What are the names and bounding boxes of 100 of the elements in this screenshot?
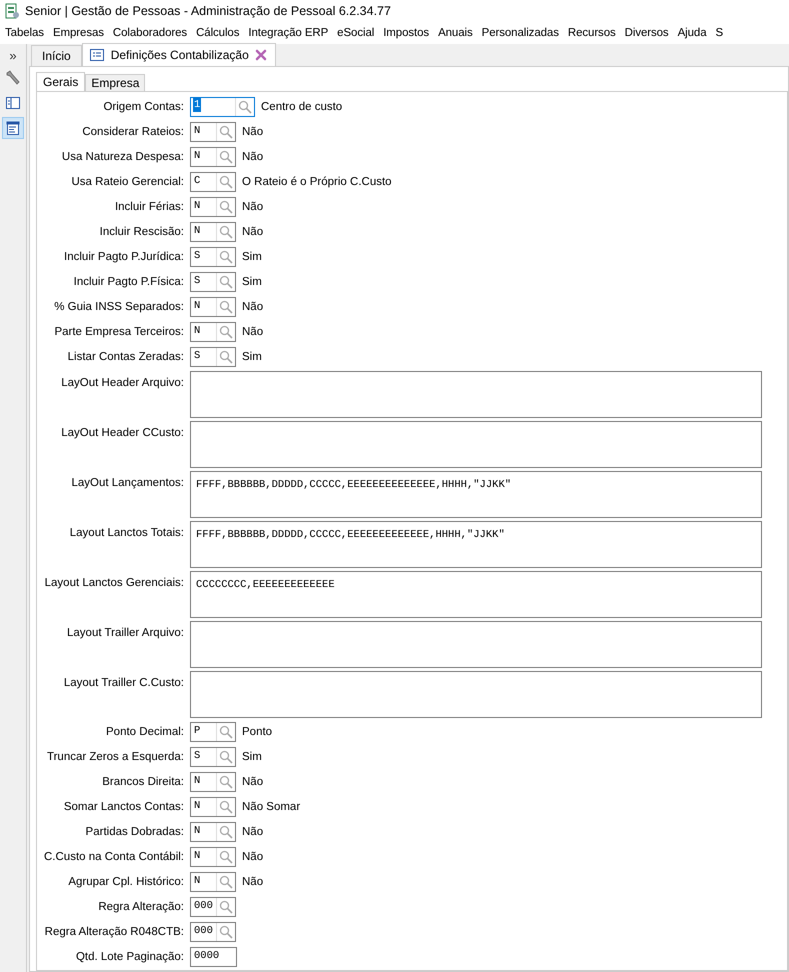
- search-icon[interactable]: [216, 872, 235, 890]
- lookup-field[interactable]: 000: [190, 896, 236, 916]
- search-icon[interactable]: [216, 848, 235, 866]
- search-icon[interactable]: [216, 148, 235, 166]
- field-label: Considerar Rateios:: [81, 126, 185, 138]
- field-label: Incluir Pagto P.Física:: [72, 276, 185, 288]
- menu-item[interactable]: Diversos: [624, 27, 669, 39]
- app-icon: [5, 3, 19, 19]
- menu-item[interactable]: Anuais: [438, 27, 473, 39]
- field-label: Listar Contas Zeradas:: [66, 350, 185, 362]
- field-description: Não: [242, 776, 264, 788]
- text-area[interactable]: [190, 371, 762, 418]
- field-label: Incluir Férias:: [114, 200, 185, 212]
- menu-item[interactable]: Tabelas: [5, 27, 44, 39]
- field-label: Incluir Pagto P.Jurídica:: [63, 250, 185, 262]
- search-icon[interactable]: [216, 348, 235, 366]
- field-label: Agrupar Cpl. Histórico:: [67, 876, 185, 888]
- search-icon[interactable]: [216, 248, 235, 266]
- field-label: LayOut Lançamentos:: [70, 476, 185, 489]
- search-icon[interactable]: [216, 922, 235, 940]
- lookup-field[interactable]: P: [190, 722, 236, 742]
- lookup-field[interactable]: N: [190, 122, 236, 142]
- field-description: Não Somar: [242, 800, 300, 812]
- tab-label: Início: [42, 49, 71, 63]
- lookup-field[interactable]: N: [190, 322, 236, 342]
- search-icon[interactable]: [216, 222, 235, 240]
- field-label: Parte Empresa Terceiros:: [53, 326, 185, 338]
- field-description: Centro de custo: [261, 100, 342, 112]
- menu-item[interactable]: Recursos: [568, 27, 616, 39]
- lookup-field[interactable]: N: [190, 772, 236, 792]
- sidebar-button[interactable]: [2, 117, 24, 139]
- menu-item[interactable]: Impostos: [383, 27, 430, 39]
- field-label: Usa Natureza Despesa:: [60, 150, 185, 162]
- form-icon: [88, 48, 105, 62]
- field-label: Layout Trailler C.Custo:: [62, 676, 185, 689]
- menu-item[interactable]: S: [716, 27, 724, 39]
- tab-label: Definições Contabilização: [110, 48, 249, 62]
- lookup-field[interactable]: N: [190, 872, 236, 892]
- text-area[interactable]: [190, 421, 762, 468]
- field-label: Qtd. Lote Paginação:: [74, 950, 185, 962]
- field-description: Não: [242, 300, 264, 312]
- field-label: LayOut Header CCusto:: [60, 426, 185, 439]
- search-icon[interactable]: [216, 272, 235, 290]
- search-icon[interactable]: [216, 198, 235, 216]
- search-icon[interactable]: [216, 798, 235, 816]
- field-label: Partidas Dobradas:: [84, 826, 185, 838]
- close-icon[interactable]: [254, 49, 267, 61]
- field-label: Truncar Zeros a Esquerda:: [46, 750, 185, 762]
- window-title: Senior | Gestão de Pessoas - Administração de Pessoal 6.2.34.77: [25, 4, 391, 18]
- lookup-field[interactable]: N: [190, 296, 236, 316]
- search-icon[interactable]: [216, 898, 235, 916]
- form-tab[interactable]: Empresa: [85, 74, 146, 91]
- lookup-field[interactable]: N: [190, 822, 236, 842]
- lookup-field[interactable]: N: [190, 222, 236, 242]
- lookup-field[interactable]: 000: [190, 922, 236, 942]
- field-label: Layout Trailler Arquivo:: [66, 626, 185, 639]
- field-description: Sim: [242, 350, 262, 362]
- menu-item[interactable]: Personalizadas: [482, 27, 559, 39]
- lookup-field[interactable]: S: [190, 246, 236, 266]
- text-area[interactable]: CCCCCCCC,EEEEEEEEEEEEE: [190, 571, 762, 618]
- search-icon[interactable]: [216, 822, 235, 840]
- field-description: Não: [242, 326, 264, 338]
- lookup-field[interactable]: N: [190, 196, 236, 216]
- field-label: Usa Rateio Gerencial:: [70, 176, 185, 188]
- search-icon[interactable]: [216, 298, 235, 316]
- lookup-field[interactable]: C: [190, 172, 236, 192]
- text-area[interactable]: FFFF,BBBBBB,DDDDD,CCCCC,EEEEEEEEEEEEEE,HHHH,"JJKK": [190, 471, 762, 518]
- menu-item[interactable]: Cálculos: [196, 27, 240, 39]
- form-tab[interactable]: Gerais: [36, 72, 86, 91]
- search-icon[interactable]: [216, 322, 235, 340]
- text-area[interactable]: [190, 671, 762, 718]
- search-icon[interactable]: [216, 772, 235, 790]
- field-description: Sim: [242, 250, 262, 262]
- lookup-field[interactable]: S: [190, 746, 236, 766]
- field-label: Layout Lanctos Gerenciais:: [44, 576, 185, 589]
- field-label: Brancos Direita:: [101, 776, 185, 788]
- search-icon[interactable]: [216, 172, 235, 190]
- search-icon[interactable]: [216, 722, 235, 740]
- text-area[interactable]: FFFF,BBBBBB,DDDDD,CCCCC,EEEEEEEEEEEEE,HHHH,"JJKK": [190, 521, 762, 568]
- menu-item[interactable]: eSocial: [337, 27, 374, 39]
- field-label: Layout Lanctos Totais:: [68, 526, 185, 539]
- lookup-field[interactable]: N: [190, 846, 236, 866]
- field-label: C.Custo na Conta Contábil:: [43, 850, 185, 862]
- search-icon[interactable]: [216, 122, 235, 140]
- menu-item[interactable]: Empresas: [52, 27, 104, 39]
- lookup-field[interactable]: N: [190, 146, 236, 166]
- search-icon[interactable]: [216, 748, 235, 766]
- lookup-field[interactable]: 1: [190, 96, 255, 116]
- menu-item[interactable]: Ajuda: [678, 27, 707, 39]
- lookup-field[interactable]: N: [190, 796, 236, 816]
- document-tab[interactable]: Definições Contabilização: [82, 43, 276, 66]
- field-description: Não: [242, 126, 264, 138]
- lookup-field[interactable]: S: [190, 272, 236, 292]
- input-field[interactable]: 0000: [190, 946, 237, 966]
- menu-item[interactable]: Integração ERP: [248, 27, 328, 39]
- expand-toggle[interactable]: »: [9, 46, 17, 64]
- menu-item[interactable]: Colaboradores: [112, 27, 188, 39]
- search-icon[interactable]: [235, 98, 254, 116]
- text-area[interactable]: [190, 621, 762, 668]
- lookup-field[interactable]: S: [190, 346, 236, 366]
